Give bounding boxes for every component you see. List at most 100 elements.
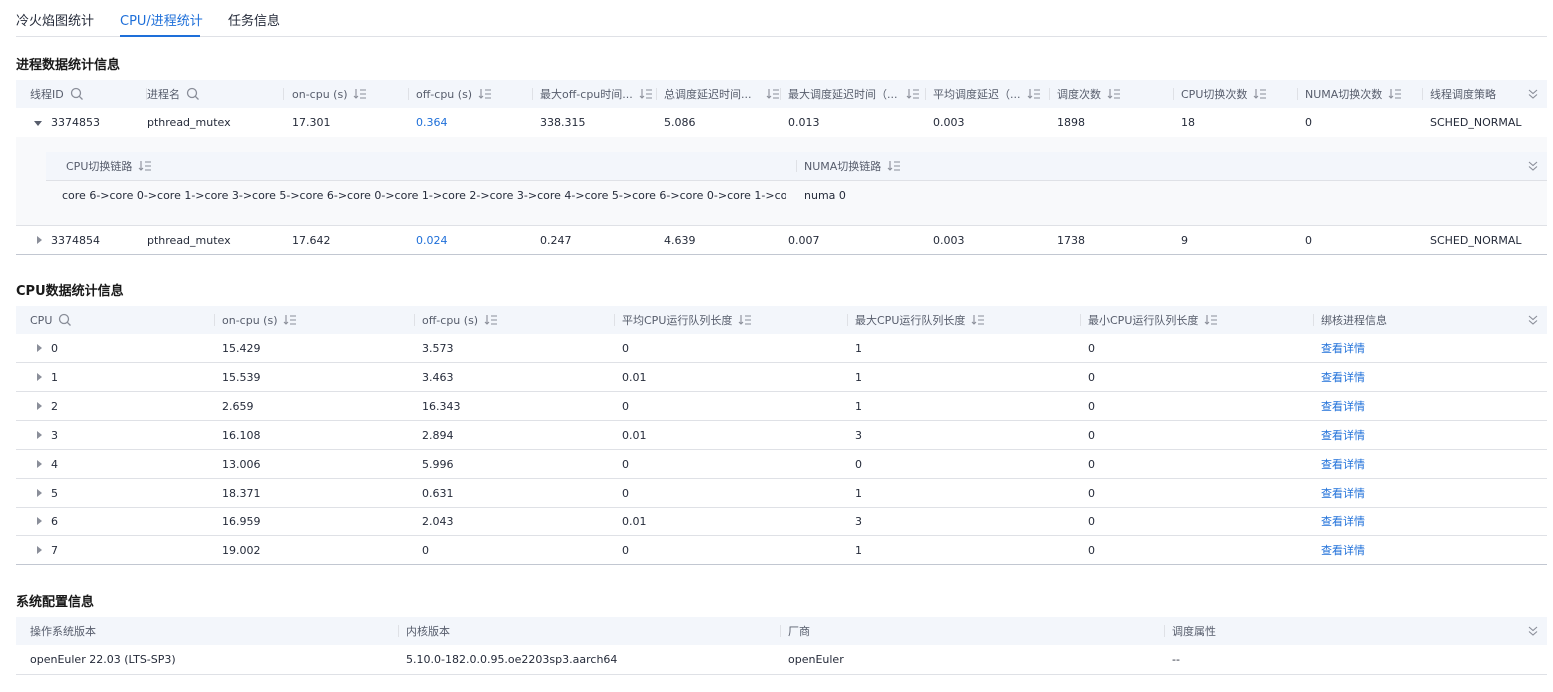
sort-icon[interactable] [1204,314,1218,326]
cell-numa-switch: 0 [1305,233,1312,247]
table-row[interactable]: 3374854 pthread_mutex 17.642 0.024 0.247… [16,226,1547,255]
table-row[interactable]: 3 16.108 2.894 0.01 3 0 查看详情 [16,421,1547,450]
process-section-title: 进程数据统计信息 [16,58,121,73]
col-header-avg-queue: 平均CPU运行队列长度 [614,306,752,334]
sort-icon[interactable] [1388,88,1402,100]
cell-cpu-switch: 18 [1181,116,1195,129]
view-details-link[interactable]: 查看详情 [1321,363,1365,391]
sort-icon[interactable] [1027,88,1041,100]
table-divider [16,254,1547,255]
view-details-link[interactable]: 查看详情 [1321,536,1365,564]
cell-avg-queue: 0.01 [622,370,647,384]
sort-icon[interactable] [353,88,367,100]
cell-cpu: 4 [51,457,58,471]
cell-avg-delay: 0.003 [933,116,965,129]
cell-avg-delay: 0.003 [933,233,965,247]
cell-min-queue: 0 [1088,399,1095,413]
cell-off-cpu-link[interactable]: 0.364 [416,108,448,137]
cell-off-cpu-link[interactable]: 0.024 [416,226,448,254]
cell-avg-queue: 0 [622,341,629,355]
cell-on-cpu: 17.642 [292,233,331,247]
col-header-vendor: 厂商 [780,617,810,645]
detail-row: core 6->core 0->core 1->core 3->core 5->… [46,181,1547,209]
cell-on-cpu: 15.429 [222,341,261,355]
view-details-link[interactable]: 查看详情 [1321,507,1365,535]
view-details-link[interactable]: 查看详情 [1321,450,1365,478]
search-icon[interactable] [58,313,72,327]
cpu-section-title: CPU数据统计信息 [16,284,124,299]
caret-right-icon[interactable] [35,431,43,439]
table-row[interactable]: 1 15.539 3.463 0.01 1 0 查看详情 [16,363,1547,392]
table-row[interactable]: 7 19.002 0 0 1 0 查看详情 [16,536,1547,565]
tab-cpu-process-stats[interactable]: CPU/进程统计 [120,10,203,29]
cell-sched-policy: SCHED_NORMAL [1430,233,1522,247]
caret-right-icon[interactable] [35,546,43,554]
cell-on-cpu: 17.301 [292,116,331,129]
search-icon[interactable] [186,87,200,101]
sort-icon[interactable] [971,314,985,326]
cell-max-off-cpu: 338.315 [540,116,586,129]
chevron-down-double-icon[interactable] [1527,88,1539,100]
caret-right-icon[interactable] [35,236,43,244]
cell-cpu: 6 [51,514,58,528]
chevron-down-double-icon[interactable] [1527,160,1539,172]
view-details-link[interactable]: 查看详情 [1321,479,1365,507]
table-row[interactable]: 3374853 pthread_mutex 17.301 0.364 338.3… [16,108,1547,138]
caret-right-icon[interactable] [35,344,43,352]
sys-section-title: 系统配置信息 [16,595,95,610]
sort-icon[interactable] [478,88,492,100]
sort-icon[interactable] [283,314,297,326]
col-header-max-queue: 最大CPU运行队列长度 [847,306,985,334]
caret-right-icon[interactable] [35,460,43,468]
table-row[interactable]: 4 13.006 5.996 0 0 0 查看详情 [16,450,1547,479]
caret-right-icon[interactable] [35,517,43,525]
sort-icon[interactable] [484,314,498,326]
cell-max-queue: 3 [855,428,862,442]
search-icon[interactable] [70,87,84,101]
cell-off-cpu: 2.043 [422,514,454,528]
cell-max-off-cpu: 0.247 [540,233,572,247]
caret-right-icon[interactable] [35,489,43,497]
sort-icon[interactable] [766,88,780,100]
col-header-bind-info: 绑核进程信息 [1313,306,1387,334]
cell-on-cpu: 18.371 [222,486,261,500]
table-divider [16,564,1547,565]
table-row[interactable]: 5 18.371 0.631 0 1 0 查看详情 [16,479,1547,508]
cell-avg-queue: 0 [622,543,629,557]
col-header-numa-chain: NUMA切换链路 [796,152,901,180]
chevron-down-double-icon[interactable] [1527,625,1539,637]
table-row[interactable]: 0 15.429 3.573 0 1 0 查看详情 [16,334,1547,363]
col-header-sched-attr: 调度属性 [1164,617,1216,645]
cell-max-queue: 1 [855,341,862,355]
caret-right-icon[interactable] [35,373,43,381]
cell-on-cpu: 2.659 [222,399,254,413]
cell-min-queue: 0 [1088,428,1095,442]
sort-icon[interactable] [639,88,653,100]
sort-icon[interactable] [906,88,920,100]
sort-icon[interactable] [138,160,152,172]
table-row[interactable]: 6 16.959 2.043 0.01 3 0 查看详情 [16,507,1547,536]
caret-down-icon[interactable] [34,119,42,127]
tab-task-info[interactable]: 任务信息 [228,10,280,29]
col-header-cpu-chain: CPU切换链路 [66,152,152,180]
chevron-down-double-icon[interactable] [1527,314,1539,326]
tab-flame-graph[interactable]: 冷火焰图统计 [16,10,94,29]
cell-max-delay: 0.007 [788,233,820,247]
cell-off-cpu: 5.996 [422,457,454,471]
caret-right-icon[interactable] [35,402,43,410]
cell-on-cpu: 13.006 [222,457,261,471]
sort-icon[interactable] [887,160,901,172]
view-details-link[interactable]: 查看详情 [1321,421,1365,449]
cell-min-queue: 0 [1088,543,1095,557]
table-row[interactable]: 2 2.659 16.343 0 1 0 查看详情 [16,392,1547,421]
cell-off-cpu: 3.463 [422,370,454,384]
sort-icon[interactable] [1253,88,1267,100]
cell-os-version: openEuler 22.03 (LTS-SP3) [30,653,176,666]
view-details-link[interactable]: 查看详情 [1321,392,1365,420]
view-details-link[interactable]: 查看详情 [1321,334,1365,362]
sort-icon[interactable] [1107,88,1121,100]
sort-icon[interactable] [738,314,752,326]
col-header-avg-delay: 平均调度延迟（... [925,80,1041,108]
cell-min-queue: 0 [1088,370,1095,384]
cell-min-queue: 0 [1088,457,1095,471]
